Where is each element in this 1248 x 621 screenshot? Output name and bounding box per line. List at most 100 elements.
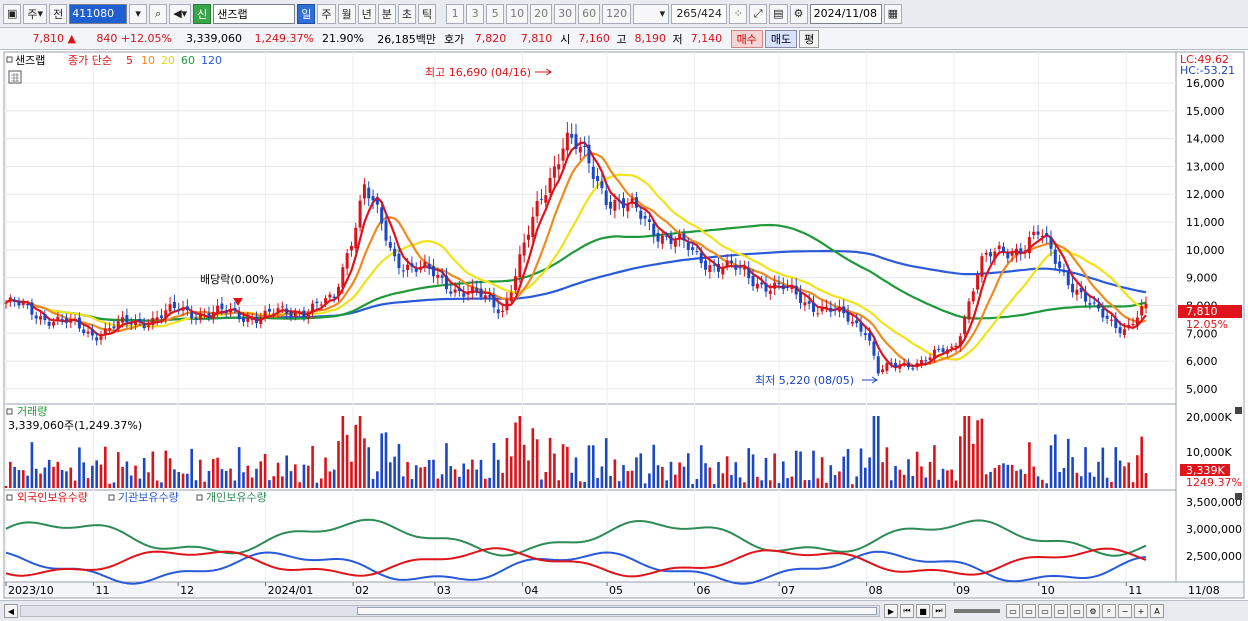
tab-period-year[interactable]: 년: [357, 3, 376, 24]
interval-30[interactable]: 30: [554, 3, 577, 24]
zoom-out-icon[interactable]: −: [1118, 604, 1132, 618]
scroll-thumb[interactable]: [357, 607, 877, 615]
layout-icon-1[interactable]: ▭: [1006, 604, 1020, 618]
top-toolbar: ▣ 주▾ 전 ▾ ⌕ ◀▾ 신 샌즈랩 일 주 월 년 분 초 틱 1 3 5 …: [0, 0, 1248, 28]
interval-1[interactable]: 1: [446, 3, 465, 24]
text-size-icon[interactable]: A: [1150, 604, 1164, 618]
scroll-left-icon[interactable]: ◀: [4, 604, 18, 618]
volume-bar: [289, 471, 293, 488]
volume-bar: [181, 473, 185, 488]
volume-bar: [354, 424, 358, 488]
last-page-icon[interactable]: ⏭: [932, 604, 946, 618]
volume-bar: [306, 465, 310, 488]
interval-5[interactable]: 5: [486, 3, 505, 24]
holdings-panel-close-icon[interactable]: [1235, 493, 1242, 500]
calendar-icon[interactable]: ▦: [883, 3, 902, 24]
layout-icon-3[interactable]: ▭: [1038, 604, 1052, 618]
scroll-track[interactable]: [20, 605, 880, 617]
draw-tools-icon[interactable]: ⤢: [749, 3, 768, 24]
interval-3[interactable]: 3: [466, 3, 485, 24]
first-page-icon[interactable]: ⏮: [900, 604, 914, 618]
tab-period-week[interactable]: 주: [317, 3, 336, 24]
tab-period-second[interactable]: 초: [397, 3, 417, 24]
date-field[interactable]: 2024/11/08: [809, 3, 882, 24]
stop-icon[interactable]: ■: [916, 604, 930, 618]
grid-tools-icon[interactable]: ⁘: [729, 3, 748, 24]
candle-body: [462, 293, 466, 297]
interval-dropdown[interactable]: ▾: [633, 3, 670, 24]
volume-bar: [78, 447, 81, 488]
volume-bar: [190, 448, 193, 488]
flat-button[interactable]: 평: [799, 29, 820, 48]
candle-body: [272, 313, 276, 315]
interval-60[interactable]: 60: [578, 3, 601, 24]
tab-period-minute[interactable]: 분: [377, 3, 396, 24]
interval-20[interactable]: 20: [530, 3, 553, 24]
speaker-icon[interactable]: ◀▾: [169, 3, 192, 24]
stock-code-input[interactable]: [69, 3, 128, 24]
candle-body: [777, 283, 781, 285]
candle-body: [1066, 271, 1070, 286]
volume-bar: [259, 461, 263, 488]
volume-bar: [376, 471, 379, 488]
layout-icon-5[interactable]: ▭: [1070, 604, 1084, 618]
gear-icon[interactable]: ⚙: [789, 3, 808, 24]
buy-button[interactable]: 매수: [730, 29, 763, 48]
period-select[interactable]: 주 ▾: [23, 3, 48, 24]
current-price-tag-text: 7,810: [1186, 305, 1218, 318]
candle-body: [319, 304, 323, 306]
candle-body: [1006, 253, 1010, 259]
volume-bar: [86, 478, 90, 488]
volume-bar: [233, 480, 237, 488]
interval-10[interactable]: 10: [506, 3, 529, 24]
volume-bar: [237, 447, 241, 488]
candle-body: [194, 317, 198, 320]
volume-bar: [946, 470, 949, 488]
candle-body: [457, 288, 461, 292]
tab-period-month[interactable]: 월: [337, 3, 356, 24]
dropdown-icon[interactable]: ▾: [129, 3, 148, 24]
zoom-icon[interactable]: ⌕: [1102, 604, 1116, 618]
volume-bar: [324, 457, 327, 488]
volume-bar: [695, 478, 699, 488]
interval-120[interactable]: 120: [602, 3, 632, 24]
layout-icon-2[interactable]: ▭: [1022, 604, 1036, 618]
candle-body: [69, 318, 73, 323]
layout-icon-4[interactable]: ▭: [1054, 604, 1068, 618]
candle-body: [449, 291, 453, 294]
candle-body: [846, 311, 850, 322]
volume-bar: [1140, 436, 1143, 488]
volume-bar: [885, 447, 889, 488]
stock-name-field[interactable]: 샌즈랩: [213, 3, 296, 24]
zoom-in-icon[interactable]: +: [1134, 604, 1148, 618]
candle-body: [1040, 235, 1044, 237]
volume-panel-close-icon[interactable]: [1235, 407, 1242, 414]
candle-body: [548, 177, 552, 193]
sell-button[interactable]: 매도: [764, 29, 798, 48]
candle-body: [984, 252, 988, 255]
scroll-right-icon[interactable]: ▶: [884, 604, 898, 618]
up-arrow-icon: ▲: [67, 32, 76, 45]
prev-button[interactable]: 전: [49, 3, 68, 24]
candle-body: [367, 187, 371, 199]
window-icon[interactable]: ▣: [3, 3, 22, 24]
candle-body: [941, 348, 945, 353]
volume-bar: [155, 480, 159, 488]
save-icon[interactable]: ▤: [769, 3, 788, 24]
zoom-slider[interactable]: [954, 609, 1000, 613]
candle-body: [1032, 231, 1036, 236]
candle-body: [863, 333, 867, 336]
candle-body: [211, 311, 215, 319]
count-field[interactable]: 265/424: [671, 3, 728, 24]
candle-body: [673, 240, 677, 247]
tab-period-day[interactable]: 일: [297, 3, 316, 24]
tab-period-tick[interactable]: 틱: [418, 3, 437, 24]
stock-chart[interactable]: 16,000 15,000 14,000 13,000 12,000 11,000 10,0…: [0, 50, 1248, 600]
candle-body: [1140, 306, 1144, 316]
candle-body: [475, 288, 479, 291]
candle-body: [302, 310, 306, 318]
volume-bar: [1045, 483, 1048, 488]
volume-bar: [294, 464, 297, 488]
settings-gear-icon[interactable]: ⚙: [1086, 604, 1100, 618]
search-icon[interactable]: ⌕: [149, 3, 168, 24]
